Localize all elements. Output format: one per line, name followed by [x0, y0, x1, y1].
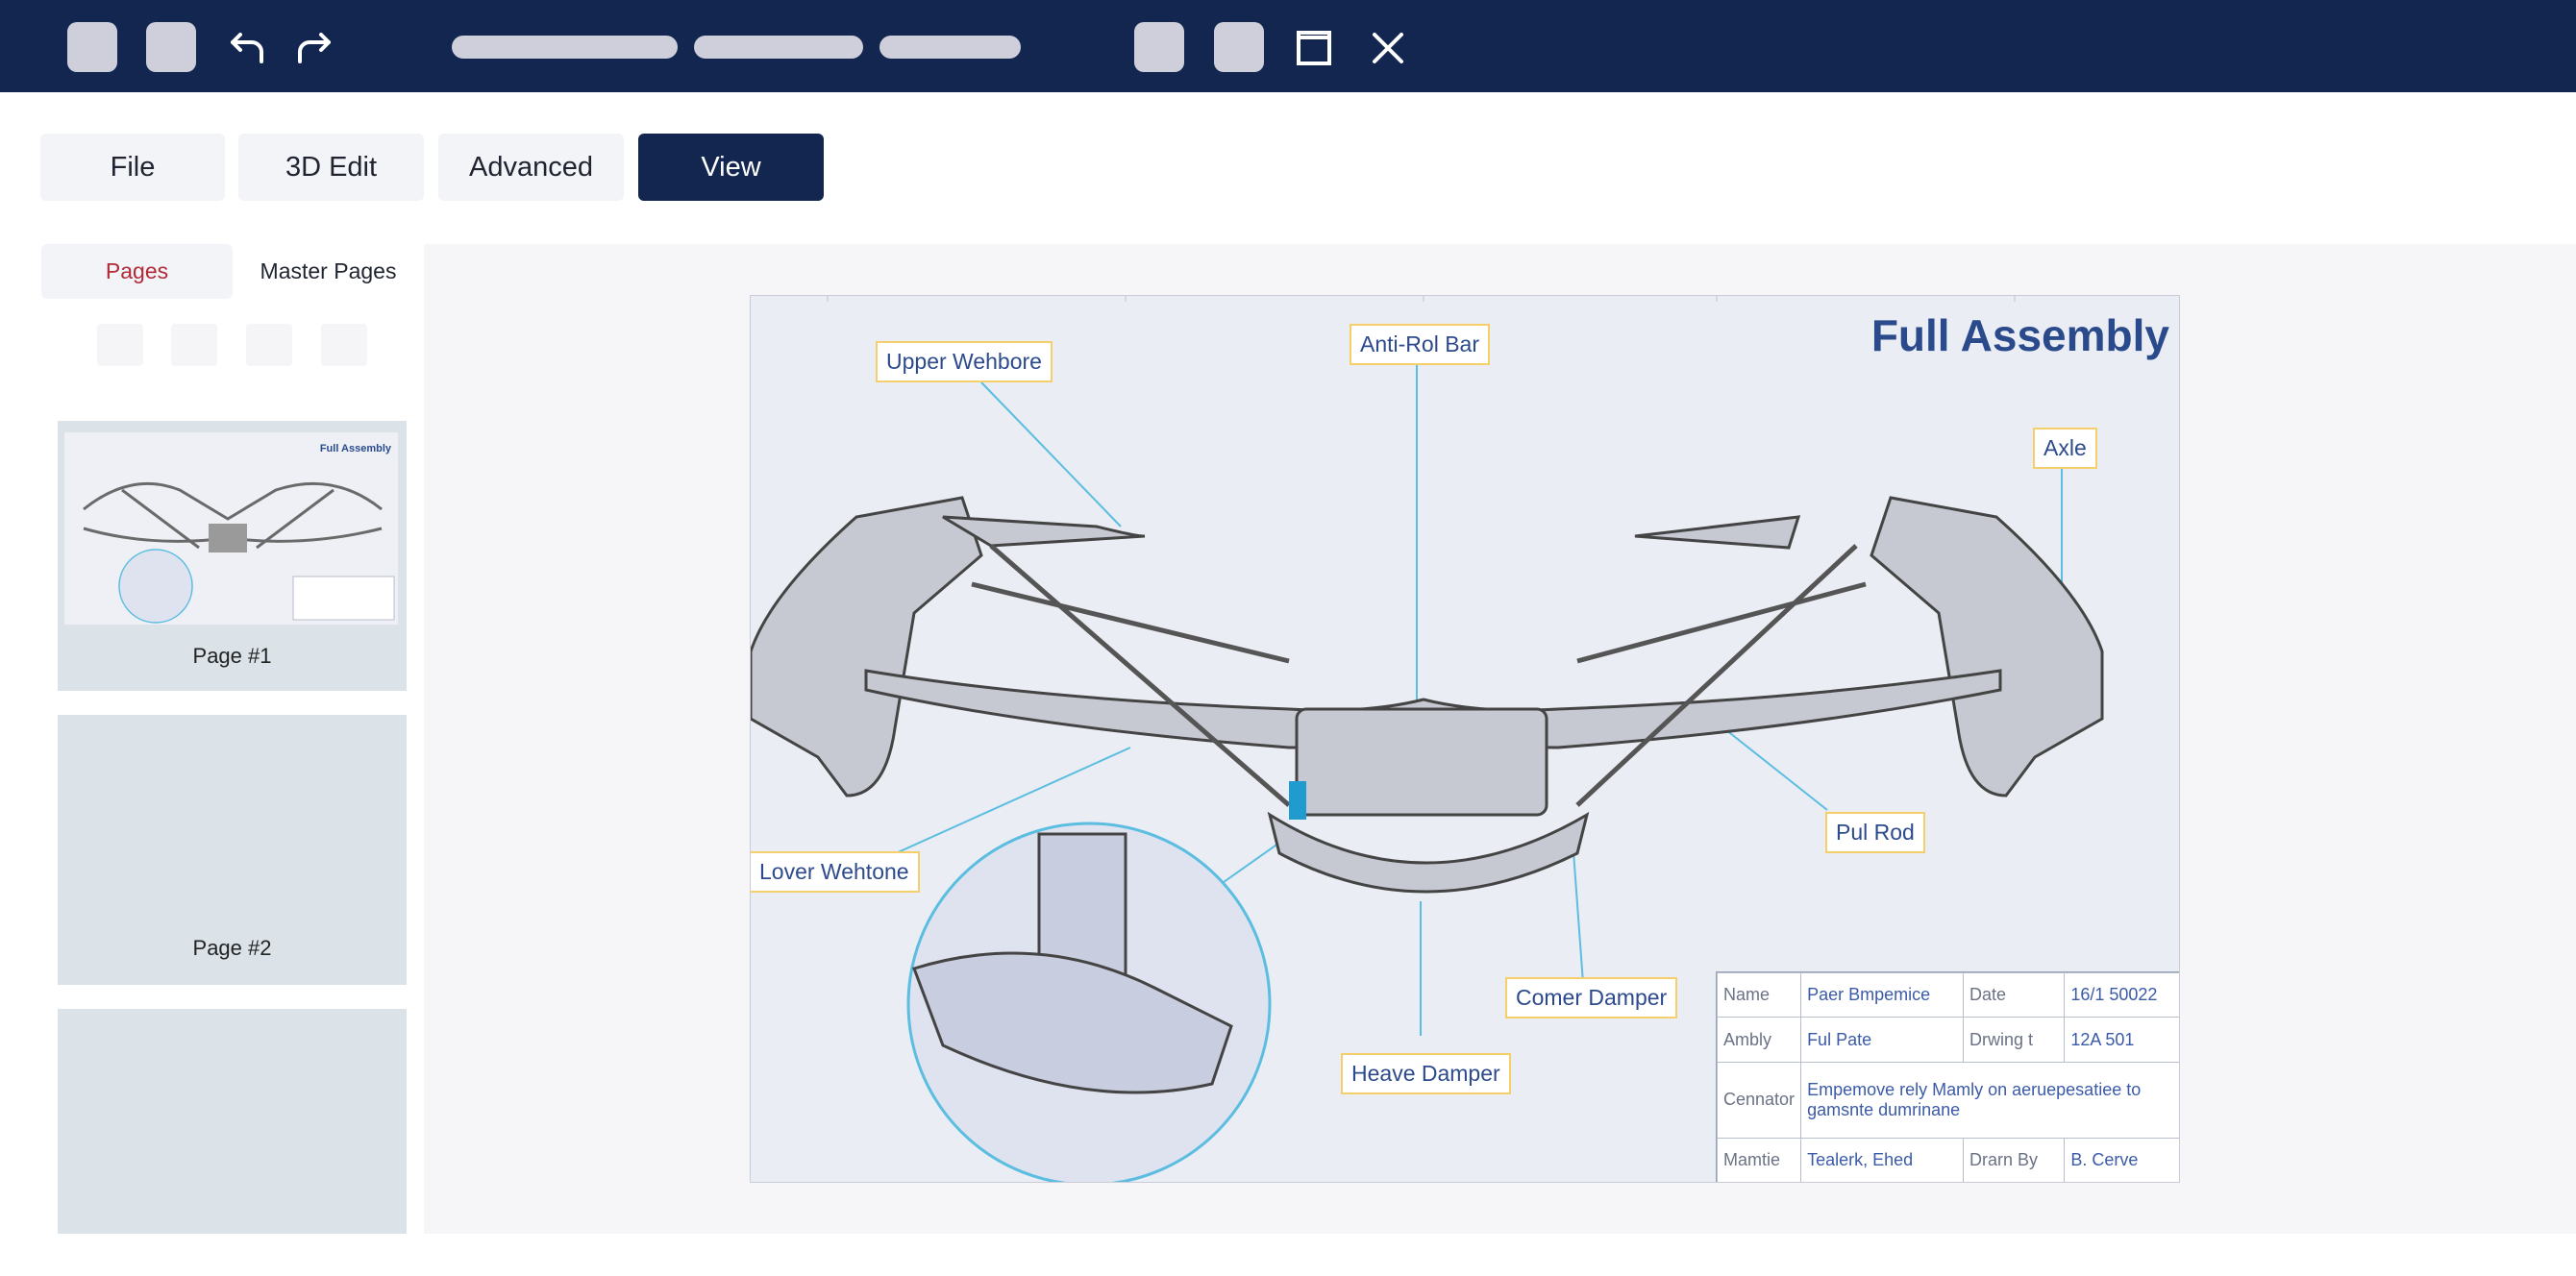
drawing-title: Full Assembly	[1870, 310, 2169, 360]
tab-pages[interactable]: Pages	[41, 244, 233, 299]
page-thumbnail-2[interactable]: Page #2	[58, 715, 407, 985]
maximize-icon[interactable]	[1291, 25, 1337, 71]
callout-axle: Axle	[2033, 428, 2097, 469]
callout-anti-roll-bar: Anti-Rol Bar	[1350, 324, 1490, 365]
redo-icon[interactable]	[292, 25, 338, 71]
window-button-2[interactable]	[1214, 22, 1264, 72]
callout-upper-wishbone: Upper Wehbore	[876, 341, 1053, 382]
page-label: Page #1	[192, 644, 272, 668]
name-key: Name	[1716, 971, 1802, 1018]
comments-value: Empemove rely Mamly on aeruepesatiee to …	[1800, 1061, 2179, 1139]
app-icon-2[interactable]	[146, 22, 196, 72]
title-block: Name Paer Bmpemice Date 16/1 50022 Ambly…	[1716, 971, 2179, 1182]
comments-key: Cennator	[1716, 1061, 1802, 1139]
callout-heave-damper: Heave Damper	[1341, 1053, 1511, 1094]
file-menu-button[interactable]: File	[40, 134, 225, 201]
technical-drawing[interactable]: Full Assembly Upper Wehbore Anti-Rol Bar…	[750, 295, 2180, 1183]
title-bar	[0, 0, 2576, 92]
assembly-key: Ambly	[1716, 1017, 1802, 1063]
view-menu-button[interactable]: View	[638, 134, 824, 201]
page-thumbnail-3[interactable]	[58, 1009, 407, 1234]
drawn-by-value: B. Cerve	[2064, 1137, 2179, 1182]
thumbnail-preview: Full Assembly	[64, 432, 398, 625]
window-button-1[interactable]	[1134, 22, 1184, 72]
sidebar-tool-4[interactable]	[321, 324, 367, 366]
toolbar-placeholder-1	[452, 36, 678, 59]
app-icon-1[interactable]	[67, 22, 117, 72]
tab-master-pages[interactable]: Master Pages	[233, 244, 424, 299]
close-icon[interactable]	[1365, 25, 1411, 71]
sidebar-tool-1[interactable]	[97, 324, 143, 366]
drawing-no-value: 12A 501	[2064, 1017, 2179, 1063]
callout-lower-wishbone: Lover Wehtone	[751, 851, 920, 893]
sidebar-tool-3[interactable]	[246, 324, 292, 366]
callout-pull-rod: Pul Rod	[1825, 812, 1925, 853]
date-key: Date	[1962, 971, 2066, 1018]
callout-corner-damper: Comer Damper	[1505, 977, 1678, 1018]
3d-edit-menu-button[interactable]: 3D Edit	[238, 134, 424, 201]
material-key: Mamtie	[1716, 1137, 1802, 1182]
undo-icon[interactable]	[223, 25, 269, 71]
date-value: 16/1 50022	[2064, 971, 2179, 1018]
assembly-value: Ful Pate	[1800, 1017, 1964, 1063]
drawing-no-key: Drwing t	[1962, 1017, 2066, 1063]
material-value: Tealerk, Ehed	[1800, 1137, 1964, 1182]
advanced-menu-button[interactable]: Advanced	[438, 134, 624, 201]
toolbar-placeholder-2	[694, 36, 863, 59]
sidebar-tool-2[interactable]	[171, 324, 217, 366]
svg-text:Full Assembly: Full Assembly	[320, 443, 392, 454]
page-thumbnail-1[interactable]: Full Assembly Page #1	[58, 421, 407, 691]
name-value: Paer Bmpemice	[1800, 971, 1964, 1018]
drawn-by-key: Drarn By	[1962, 1137, 2066, 1182]
page-label: Page #2	[192, 936, 272, 960]
toolbar-placeholder-3	[879, 36, 1021, 59]
